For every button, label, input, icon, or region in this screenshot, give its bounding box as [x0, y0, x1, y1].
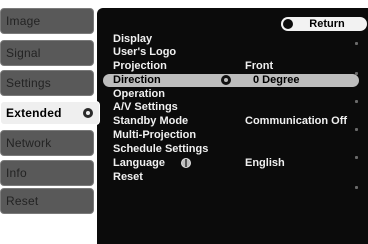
menu-item-users-logo[interactable]: User's Logo — [113, 46, 357, 59]
menu-item-reset[interactable]: Reset — [113, 171, 357, 184]
edge-marker — [355, 156, 358, 159]
menu-item-projection[interactable]: Projection Front — [113, 60, 357, 73]
menu-item-display[interactable]: Display — [113, 33, 357, 46]
edge-marker — [355, 42, 358, 45]
menu-item-multi-projection[interactable]: Multi-Projection — [113, 129, 357, 142]
return-label: Return — [309, 18, 345, 30]
item-label: Display — [113, 33, 153, 45]
item-label: User's Logo — [113, 46, 177, 58]
globe-icon — [181, 158, 191, 168]
menu-item-operation[interactable]: Operation — [113, 88, 357, 101]
tab-signal[interactable]: Signal — [0, 40, 94, 66]
extended-menu-panel: Return Display User's Logo Projection Fro… — [97, 8, 368, 244]
menu-item-standby-mode[interactable]: Standby Mode Communication Off — [113, 115, 357, 128]
item-value: Front — [245, 60, 274, 72]
item-value: Communication Off — [245, 115, 348, 127]
item-label: Direction — [113, 74, 161, 86]
tab-network[interactable]: Network — [0, 130, 94, 156]
item-label: Reset — [113, 171, 143, 183]
tab-info[interactable]: Info — [0, 160, 94, 186]
tab-label: Signal — [6, 46, 41, 60]
edge-marker — [355, 72, 358, 75]
menu-item-direction[interactable]: Direction 0 Degree — [103, 74, 359, 87]
return-button[interactable]: Return — [281, 17, 367, 31]
projector-menu-screen: Image Signal Settings Extended Network I… — [0, 0, 368, 244]
edge-marker — [355, 100, 358, 103]
tab-label: Network — [6, 136, 52, 150]
item-label: Standby Mode — [113, 115, 189, 127]
item-label: Schedule Settings — [113, 143, 209, 155]
tab-label: Reset — [6, 194, 39, 208]
selected-indicator-icon — [83, 108, 93, 118]
item-label: A/V Settings — [113, 101, 178, 113]
item-label: Operation — [113, 88, 165, 100]
tab-extended[interactable]: Extended — [0, 101, 100, 125]
menu-item-language[interactable]: Language English — [113, 157, 357, 170]
item-value: English — [245, 157, 285, 169]
tab-label: Info — [6, 166, 27, 180]
item-label: Projection — [113, 60, 167, 72]
tab-image[interactable]: Image — [0, 8, 94, 34]
tab-label: Extended — [6, 106, 62, 120]
edge-marker — [355, 128, 358, 131]
item-label: Multi-Projection — [113, 129, 197, 141]
menu-item-av-settings[interactable]: A/V Settings — [113, 101, 357, 114]
menu-item-schedule-settings[interactable]: Schedule Settings — [113, 143, 357, 156]
dial-icon — [221, 75, 231, 85]
item-label: Language — [113, 157, 165, 169]
tab-settings[interactable]: Settings — [0, 70, 94, 96]
edge-marker — [355, 186, 358, 189]
tab-label: Settings — [6, 76, 51, 90]
item-value: 0 Degree — [253, 74, 300, 86]
tab-reset[interactable]: Reset — [0, 188, 94, 214]
tab-label: Image — [6, 14, 41, 28]
